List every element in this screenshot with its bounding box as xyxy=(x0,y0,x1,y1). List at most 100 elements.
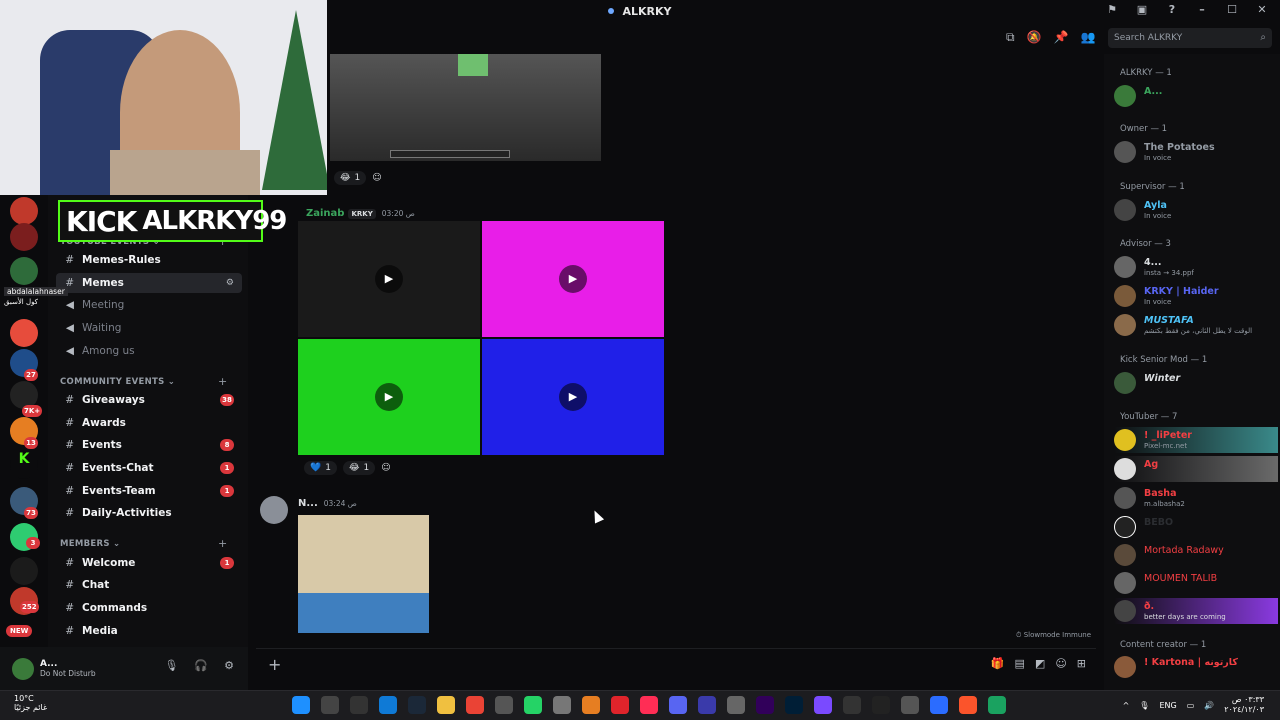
inbox-icon[interactable]: ⚑ xyxy=(1104,3,1120,16)
message-composer[interactable]: + 🎁 ▤ ◩ ☺ ⊞ xyxy=(256,648,1096,680)
channel-awards[interactable]: # Awards xyxy=(56,413,242,433)
microphone-icon[interactable]: 🎙 xyxy=(164,659,178,672)
network-icon[interactable]: ▭ xyxy=(1187,701,1195,710)
settings-icon[interactable]: ⚙ xyxy=(226,278,234,288)
app-icon[interactable] xyxy=(988,696,1006,714)
member-item[interactable]: A... xyxy=(1114,83,1278,109)
member-item[interactable]: Ayla In voice xyxy=(1114,197,1278,223)
gift-icon[interactable]: 🎁 xyxy=(991,657,1005,670)
search-icon[interactable] xyxy=(321,696,339,714)
close-button[interactable]: ✕ xyxy=(1254,3,1270,16)
avatar[interactable] xyxy=(12,657,34,680)
reaction-laugh[interactable]: 😂 1 xyxy=(342,461,376,475)
category-community-events[interactable]: COMMUNITY EVENTS ⌄ + xyxy=(60,375,227,388)
channel-commands[interactable]: # Commands xyxy=(56,598,242,618)
channel-media[interactable]: # Media xyxy=(56,621,242,641)
reaction-blue[interactable]: 💙 1 xyxy=(304,461,337,475)
brave-icon[interactable] xyxy=(959,696,977,714)
minimize-button[interactable]: – xyxy=(1194,3,1210,16)
channel-giveaways[interactable]: # Giveaways 38 xyxy=(56,390,242,410)
weather-widget[interactable]: 10°C غائم جزئيًا xyxy=(14,694,47,712)
app-icon[interactable] xyxy=(495,696,513,714)
channel-memes-rules[interactable]: # Memes-Rules xyxy=(56,250,242,270)
discord-icon[interactable] xyxy=(669,696,687,714)
opera-icon[interactable] xyxy=(611,696,629,714)
channel-meeting[interactable]: ◀ Meeting xyxy=(56,295,242,315)
task-view-icon[interactable] xyxy=(350,696,368,714)
add-attachment-icon[interactable]: + xyxy=(268,655,281,674)
app-icon[interactable] xyxy=(843,696,861,714)
play-icon[interactable]: ▶ xyxy=(375,265,403,293)
channel-waiting[interactable]: ◀ Waiting xyxy=(56,318,242,338)
file-explorer-icon[interactable] xyxy=(437,696,455,714)
app-icon[interactable] xyxy=(553,696,571,714)
channel-daily-activities[interactable]: # Daily-Activities xyxy=(56,503,242,523)
video-attachment[interactable]: ▶ xyxy=(482,339,664,455)
member-item[interactable]: 4... insta → 34.ppf xyxy=(1114,254,1278,280)
play-icon[interactable]: ▶ xyxy=(559,383,587,411)
volume-icon[interactable]: 🔊 xyxy=(1204,701,1214,710)
member-item[interactable]: MOUMEN TALIB xyxy=(1114,570,1278,596)
app-icon[interactable] xyxy=(727,696,745,714)
gif-icon[interactable]: ▤ xyxy=(1015,657,1025,670)
channel-among-us[interactable]: ◀ Among us xyxy=(56,341,242,361)
steam-icon[interactable] xyxy=(408,696,426,714)
member-item[interactable]: ! Kartona | كارتونه xyxy=(1114,654,1278,680)
add-channel-icon[interactable]: + xyxy=(218,537,228,550)
whatsapp-icon[interactable] xyxy=(524,696,542,714)
sticker-icon[interactable]: ◩ xyxy=(1035,657,1045,670)
reaction-laugh[interactable]: 😂 1 xyxy=(334,171,367,185)
mute-icon[interactable]: 🔕 xyxy=(1027,30,1042,45)
channel-chat[interactable]: # Chat xyxy=(56,575,242,595)
member-item[interactable]: Mortada Radawy xyxy=(1114,542,1278,568)
member-item[interactable]: Ag xyxy=(1114,456,1278,482)
message-author[interactable]: Zainab KRKY 03:20 ص xyxy=(306,208,415,219)
photoshop-icon[interactable] xyxy=(785,696,803,714)
member-item[interactable]: MUSTAFA الوقت لا يطل الثاني، من فقط بكتشم xyxy=(1114,312,1278,338)
clock[interactable]: ٠٣:٣٣ ص ٢٠٢٤/١٢/٠٣ xyxy=(1224,695,1264,715)
settings-icon[interactable]: ⚙ xyxy=(224,659,234,672)
category-members[interactable]: MEMBERS ⌄ + xyxy=(60,537,227,550)
channel-events-team[interactable]: # Events-Team 1 xyxy=(56,481,242,501)
member-item[interactable]: The Potatoes In voice xyxy=(1114,139,1278,165)
image-attachment[interactable] xyxy=(330,54,601,161)
app-icon[interactable] xyxy=(930,696,948,714)
play-icon[interactable]: ▶ xyxy=(559,265,587,293)
start-icon[interactable] xyxy=(292,696,310,714)
image-attachment[interactable] xyxy=(298,515,429,633)
avatar[interactable] xyxy=(260,496,288,524)
chrome-icon[interactable] xyxy=(466,696,484,714)
emoji-icon[interactable]: ☺ xyxy=(1055,657,1066,670)
add-reaction-icon[interactable]: ☺ xyxy=(372,173,381,183)
channel-welcome[interactable]: # Welcome 1 xyxy=(56,553,242,573)
server-icon-10[interactable] xyxy=(10,557,38,585)
member-item[interactable]: Basha m.albasha2 xyxy=(1114,485,1278,511)
server-icon-2[interactable] xyxy=(10,223,38,251)
chevron-up-icon[interactable]: ^ xyxy=(1123,701,1130,710)
help-icon[interactable]: ? xyxy=(1164,3,1180,16)
threads-icon[interactable]: ⧉ xyxy=(1006,30,1015,45)
language-indicator[interactable]: ENG xyxy=(1159,701,1176,710)
app-icon[interactable] xyxy=(814,696,832,714)
server-icon-3[interactable] xyxy=(10,257,38,285)
microphone-icon[interactable]: 🎙 xyxy=(1139,701,1149,710)
channel-events[interactable]: # Events 8 xyxy=(56,435,242,455)
channel-memes[interactable]: # Memes ⚙ xyxy=(56,273,242,293)
video-attachment[interactable]: ▶ xyxy=(298,339,480,455)
kick-server-icon[interactable]: K xyxy=(10,451,38,479)
screen-icon[interactable]: ▣ xyxy=(1134,3,1150,16)
obs-icon[interactable] xyxy=(901,696,919,714)
pin-icon[interactable]: 📌 xyxy=(1054,30,1069,45)
apps-icon[interactable]: ⊞ xyxy=(1077,657,1086,670)
server-icon-1[interactable] xyxy=(10,197,38,225)
video-attachment[interactable]: ▶ xyxy=(482,221,664,337)
premiere-icon[interactable] xyxy=(756,696,774,714)
add-channel-icon[interactable]: + xyxy=(218,375,228,388)
maximize-button[interactable]: ☐ xyxy=(1224,3,1240,16)
member-item[interactable]: BEBO xyxy=(1114,514,1278,540)
channel-events-chat[interactable]: # Events-Chat 1 xyxy=(56,458,242,478)
add-reaction-icon[interactable]: ☺ xyxy=(381,463,390,473)
headphones-icon[interactable]: 🎧 xyxy=(194,659,208,672)
member-item[interactable]: ð. better days are coming xyxy=(1114,598,1278,624)
video-attachment[interactable]: ▶ xyxy=(298,221,480,337)
